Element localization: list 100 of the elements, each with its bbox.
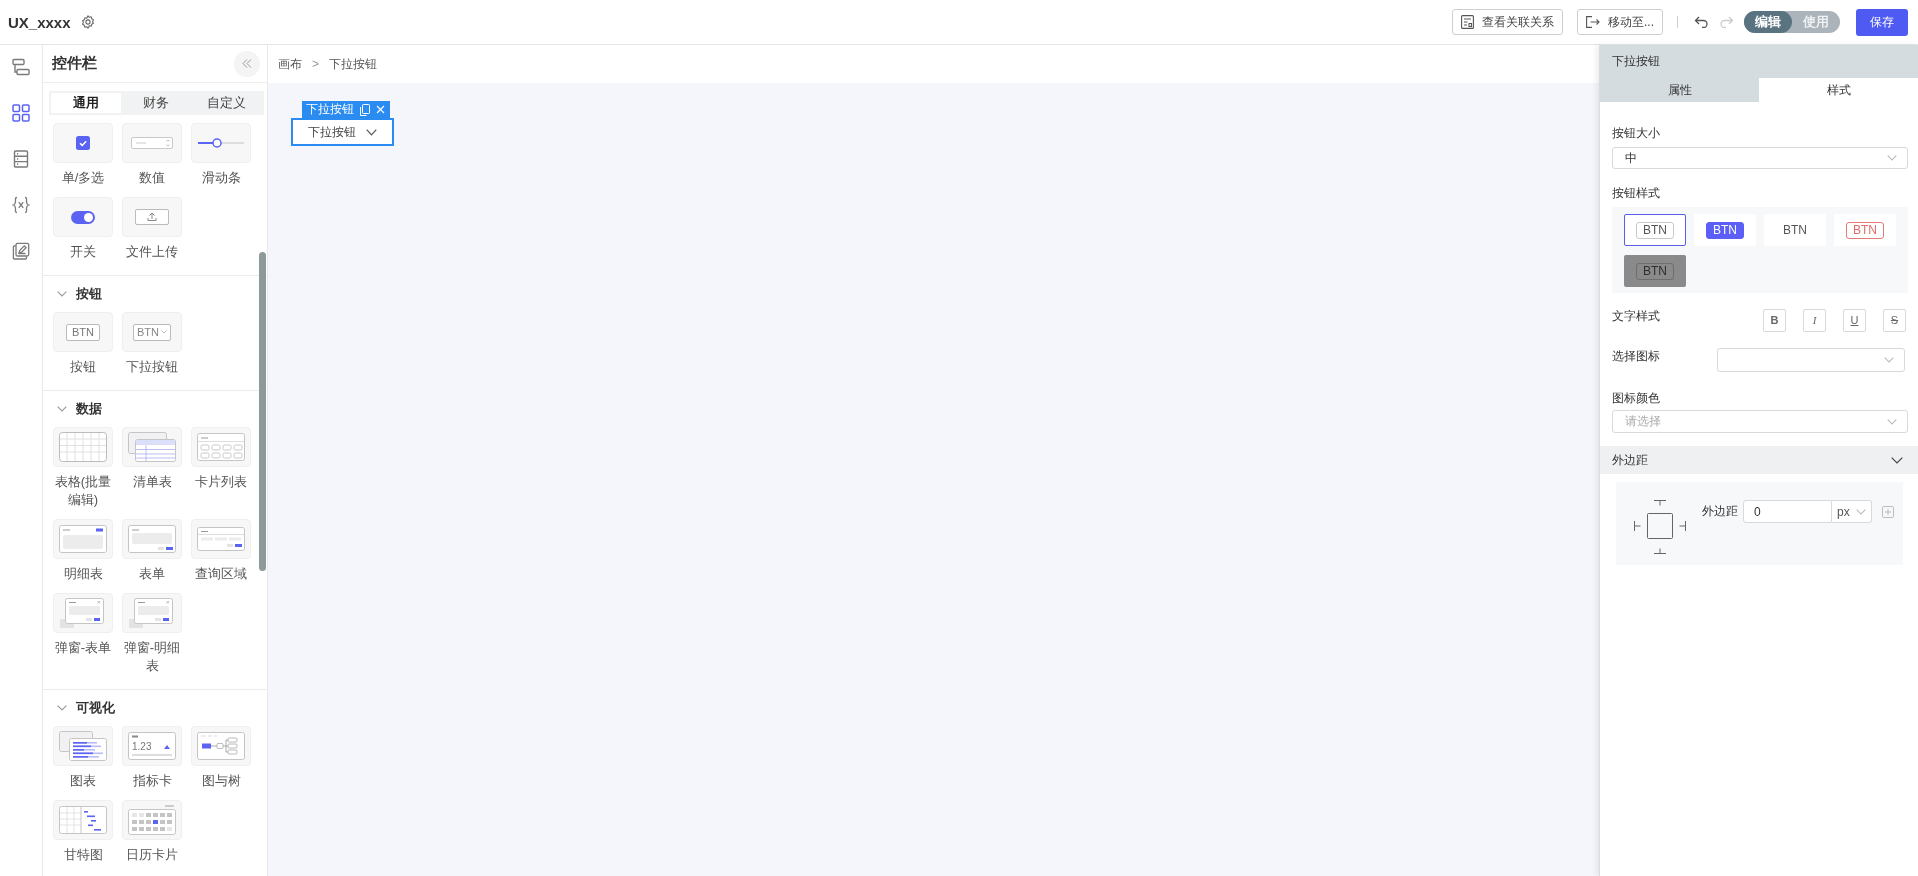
preview-text: BTN	[137, 324, 159, 340]
field-label: 文字样式	[1612, 308, 1660, 324]
document-list-icon	[1461, 15, 1474, 29]
component-tile[interactable]	[191, 726, 251, 766]
component-tile[interactable]	[53, 519, 113, 559]
unit-select[interactable]: px	[1832, 500, 1872, 523]
hierarchy-icon[interactable]	[12, 58, 30, 76]
relations-button[interactable]: 查看关联关系	[1452, 9, 1563, 35]
component-tile[interactable]	[191, 519, 251, 559]
button-style-option[interactable]: BTN	[1624, 214, 1686, 246]
field-label: 图标颜色	[1612, 390, 1660, 406]
margin-input[interactable]: 0	[1743, 500, 1832, 523]
component-label: 表单	[139, 565, 165, 583]
mode-option[interactable]: 编辑	[1744, 11, 1792, 33]
chevron-down-icon	[366, 128, 377, 136]
component-label: 弹窗-表单	[54, 639, 112, 657]
category-tab[interactable]: 自定义	[191, 93, 262, 113]
component-tile[interactable]	[191, 427, 251, 467]
component-tile[interactable]	[53, 427, 113, 467]
chevron-down-icon	[1884, 357, 1894, 363]
component-tile[interactable]: BTN	[122, 312, 182, 352]
edit-icon[interactable]	[12, 242, 30, 260]
icon-select[interactable]	[1717, 348, 1905, 372]
chevron-down-icon[interactable]	[1891, 456, 1903, 464]
breadcrumb-item[interactable]: 画布	[278, 55, 302, 73]
component-tile[interactable]	[122, 123, 182, 163]
button-style-option[interactable]: BTN	[1764, 214, 1826, 246]
box-margin-icon	[1634, 500, 1686, 554]
bar-chart-icon	[59, 731, 107, 761]
category-tab[interactable]: 通用	[51, 93, 122, 113]
component-tile[interactable]	[122, 427, 182, 467]
metric-card-drawing: 1.23	[128, 732, 176, 760]
close-icon[interactable]	[376, 105, 385, 114]
table-rows-icon[interactable]	[12, 150, 30, 168]
section-title: 可视化	[76, 699, 115, 717]
component-label: 数值	[139, 169, 165, 187]
component-tile[interactable]	[53, 800, 113, 840]
component-tile[interactable]	[53, 197, 113, 237]
grid-icon[interactable]	[12, 104, 30, 122]
mode-toggle[interactable]: 编辑 使用	[1744, 11, 1840, 33]
property-tab[interactable]: 属性	[1600, 78, 1759, 102]
button-preview: BTN	[1636, 221, 1674, 239]
button-preview: BTN	[1782, 221, 1808, 239]
section-header[interactable]: 外边距	[1600, 446, 1918, 474]
gantt-chart-icon	[59, 806, 107, 834]
card-grid-icon	[197, 433, 245, 461]
component-label: 单/多选	[61, 169, 105, 187]
button-preview: BTN	[1636, 262, 1674, 280]
category-tab[interactable]: 财务	[121, 93, 192, 113]
component-tile[interactable]	[122, 593, 182, 633]
query-panel-icon	[197, 527, 245, 551]
plus-box-icon[interactable]	[1882, 506, 1894, 518]
number-input-icon	[131, 137, 173, 149]
move-to-button[interactable]: 移动至...	[1577, 9, 1663, 35]
button-preview: BTN	[66, 323, 100, 341]
toggle-switch-icon	[71, 210, 95, 224]
collapse-button[interactable]	[234, 50, 260, 77]
component-tile[interactable]	[122, 197, 182, 237]
component-tile[interactable]	[53, 726, 113, 766]
braces-icon[interactable]	[12, 196, 30, 214]
dropdown-button-component[interactable]: 下拉按钮	[291, 118, 394, 146]
component-label: 按钮	[70, 358, 96, 376]
underline-button[interactable]: U	[1843, 308, 1866, 332]
section-title: 数据	[76, 400, 102, 418]
settings-icon[interactable]	[80, 15, 95, 29]
field-label: 按钮样式	[1612, 185, 1660, 201]
double-chevron-left-icon	[242, 59, 252, 68]
arrow-exit-icon	[1586, 16, 1600, 28]
component-label: 表格(批量编辑)	[53, 473, 113, 509]
italic-button[interactable]: I	[1803, 308, 1826, 332]
button-style-option[interactable]: BTN	[1694, 214, 1756, 246]
component-tile[interactable]	[122, 800, 182, 840]
copy-icon[interactable]	[360, 103, 370, 116]
field-label: 选择图标	[1612, 348, 1660, 364]
component-label: 滑动条	[201, 169, 241, 187]
calendar-grid-icon	[128, 805, 176, 835]
component-tile[interactable]	[191, 123, 251, 163]
component-tile[interactable]	[53, 593, 113, 633]
field-label: 按钮大小	[1612, 125, 1660, 141]
bold-button[interactable]: B	[1763, 308, 1786, 332]
stacked-table-icon	[128, 432, 176, 462]
dialog-form-icon	[60, 598, 106, 628]
chevron-down-icon	[1887, 155, 1897, 161]
undo-icon[interactable]	[1694, 16, 1709, 28]
component-tile[interactable]	[122, 519, 182, 559]
save-button[interactable]: 保存	[1856, 8, 1908, 36]
scrollbar-thumb[interactable]	[259, 252, 266, 571]
breadcrumb-item: 下拉按钮	[329, 55, 377, 73]
strikethrough-button[interactable]: S	[1883, 308, 1906, 332]
button-preview: BTN	[1846, 221, 1884, 239]
app-title: UX_xxxx	[8, 13, 71, 31]
component-tile[interactable]: 1.23	[122, 726, 182, 766]
panel-title: 控件栏	[52, 54, 97, 73]
selection-tag-label: 下拉按钮	[306, 101, 354, 118]
button-style-option[interactable]: BTN	[1624, 255, 1686, 287]
component-label: 指标卡	[132, 772, 172, 790]
component-label: 图与树	[201, 772, 241, 790]
component-tile[interactable]: BTN	[53, 312, 113, 352]
size-select[interactable]: 中	[1612, 147, 1908, 169]
component-tile[interactable]	[53, 123, 113, 163]
